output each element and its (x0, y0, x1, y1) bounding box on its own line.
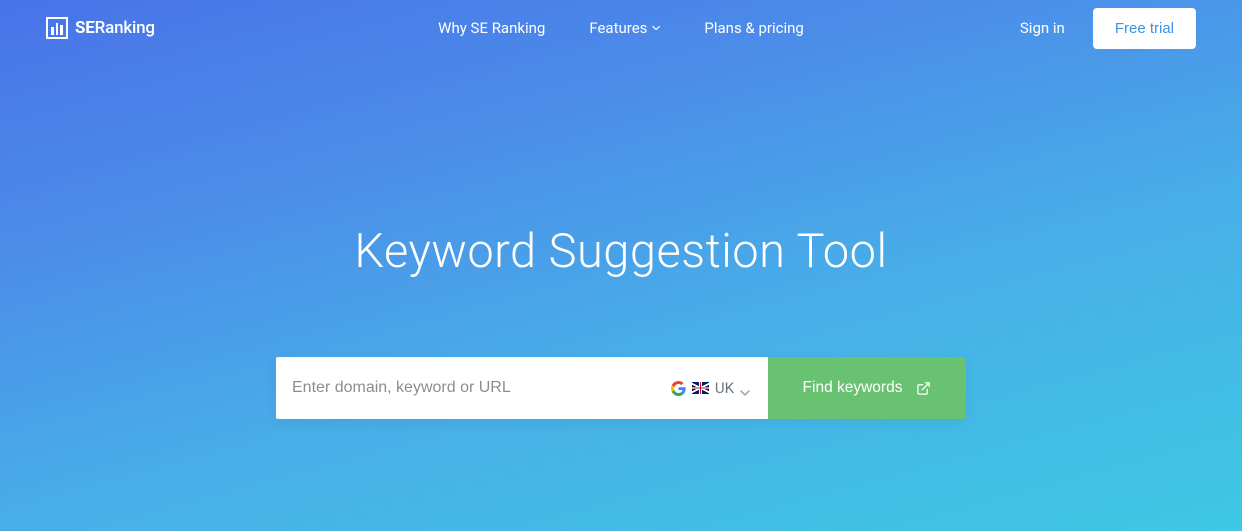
chevron-down-icon (652, 24, 660, 32)
nav-features[interactable]: Features (589, 19, 660, 37)
nav-plans-pricing[interactable]: Plans & pricing (704, 19, 803, 37)
find-keywords-button[interactable]: Find keywords (768, 357, 966, 419)
nav-label: Features (589, 19, 647, 37)
nav-label: Plans & pricing (704, 19, 803, 37)
free-trial-button[interactable]: Free trial (1093, 8, 1196, 49)
external-link-icon (916, 381, 931, 396)
search-bar: UK Find keywords (276, 357, 966, 419)
region-label: UK (715, 379, 734, 397)
bar-chart-icon (46, 17, 68, 39)
search-input-wrap: UK (276, 357, 768, 419)
chevron-down-icon (740, 383, 750, 393)
header-actions: Sign in Free trial (1020, 8, 1196, 49)
signin-link[interactable]: Sign in (1020, 19, 1065, 37)
flag-uk-icon (692, 382, 709, 394)
region-selector[interactable]: UK (669, 379, 752, 397)
nav-label: Why SE Ranking (438, 19, 545, 37)
header: SERanking Why SE Ranking Features Plans … (0, 0, 1242, 56)
main-nav: Why SE Ranking Features Plans & pricing (438, 19, 804, 37)
google-icon (671, 381, 686, 396)
page-title: Keyword Suggestion Tool (354, 224, 887, 279)
brand-name: SERanking (75, 18, 155, 38)
nav-why-se-ranking[interactable]: Why SE Ranking (438, 19, 545, 37)
search-input[interactable] (292, 357, 669, 419)
hero: Keyword Suggestion Tool UK Find keywords (0, 56, 1242, 419)
button-label: Find keywords (803, 379, 903, 397)
brand-logo[interactable]: SERanking (46, 17, 155, 39)
